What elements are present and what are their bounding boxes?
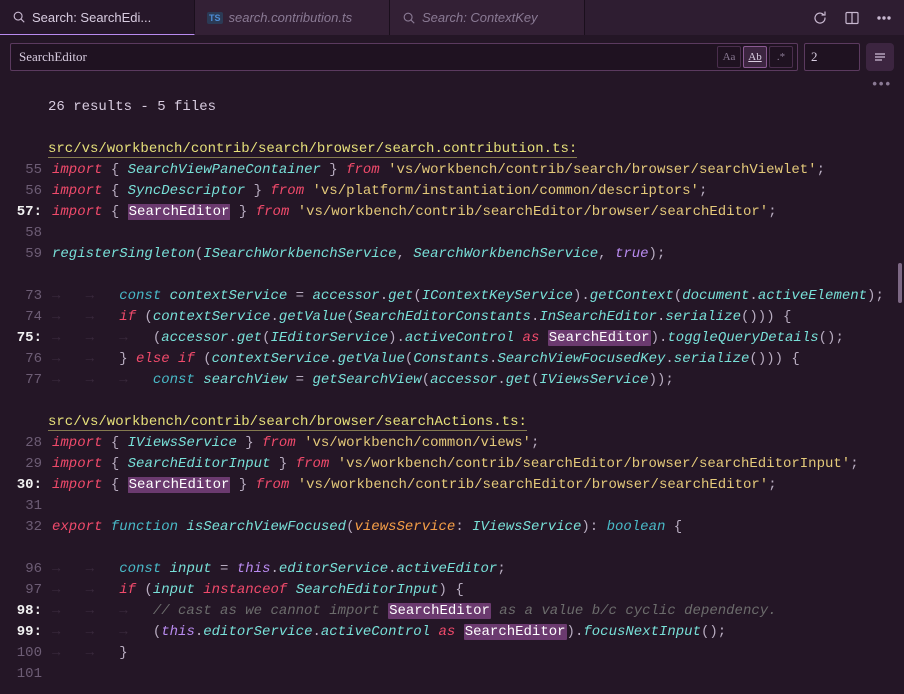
refresh-icon — [812, 10, 828, 26]
search-results[interactable]: 26 results - 5 files src/vs/workbench/co… — [0, 93, 904, 694]
more-icon — [876, 10, 892, 26]
result-line[interactable]: 74→ → if (contextService.getValue(Search… — [0, 307, 904, 328]
editor-actions — [800, 0, 904, 35]
tab-label: Search: SearchEdi... — [32, 10, 151, 25]
result-line[interactable]: 98→ → → // cast as we cannot import Sear… — [0, 601, 904, 622]
line-number: 31 — [0, 496, 52, 517]
result-line[interactable]: 57import { SearchEditor } from 'vs/workb… — [0, 202, 904, 223]
file-header[interactable]: src/vs/workbench/contrib/search/browser/… — [0, 412, 904, 433]
result-line[interactable]: 76→ → } else if (contextService.getValue… — [0, 349, 904, 370]
search-box: Aa Ab .* — [10, 43, 798, 71]
line-number: 76 — [0, 349, 52, 370]
line-number: 97 — [0, 580, 52, 601]
result-line[interactable]: 96→ → const input = this.editorService.a… — [0, 559, 904, 580]
line-number: 28 — [0, 433, 52, 454]
context-lines-input[interactable]: 2 — [804, 43, 860, 71]
result-line[interactable]: 30import { SearchEditor } from 'vs/workb… — [0, 475, 904, 496]
line-number: 57 — [0, 202, 52, 223]
line-number: 59 — [0, 244, 52, 265]
more-actions-button[interactable] — [870, 4, 898, 32]
result-line[interactable]: 31 — [0, 496, 904, 517]
results-summary: 26 results - 5 files — [0, 97, 904, 118]
search-icon — [402, 11, 416, 25]
expand-options[interactable]: ••• — [0, 76, 904, 93]
line-number: 74 — [0, 307, 52, 328]
regex-toggle[interactable]: .* — [769, 46, 793, 68]
ts-file-icon: TS — [207, 12, 223, 24]
toggle-details-button[interactable] — [866, 43, 894, 71]
result-line[interactable]: 28import { IViewsService } from 'vs/work… — [0, 433, 904, 454]
tab-label: search.contribution.ts — [229, 10, 353, 25]
line-number: 55 — [0, 160, 52, 181]
search-input[interactable] — [11, 49, 713, 65]
line-number: 56 — [0, 181, 52, 202]
result-line[interactable]: 73→ → const contextService = accessor.ge… — [0, 286, 904, 307]
tab-search-editor[interactable]: Search: SearchEdi... — [0, 0, 195, 35]
tab-file[interactable]: TS search.contribution.ts — [195, 0, 390, 35]
line-number: 101 — [0, 664, 52, 685]
result-line[interactable]: 59registerSingleton(ISearchWorkbenchServ… — [0, 244, 904, 265]
line-number: 98 — [0, 601, 52, 622]
line-number: 30 — [0, 475, 52, 496]
line-number: 99 — [0, 622, 52, 643]
line-number: 58 — [0, 223, 52, 244]
result-line[interactable]: 32export function isSearchViewFocused(vi… — [0, 517, 904, 538]
line-number: 77 — [0, 370, 52, 391]
lines-icon — [872, 49, 888, 65]
result-line[interactable]: 55import { SearchViewPaneContainer } fro… — [0, 160, 904, 181]
result-line[interactable]: 101 — [0, 664, 904, 685]
tab-search-contextkey[interactable]: Search: ContextKey — [390, 0, 585, 35]
result-line[interactable]: 97→ → if (input instanceof SearchEditorI… — [0, 580, 904, 601]
result-line[interactable]: 56import { SyncDescriptor } from 'vs/pla… — [0, 181, 904, 202]
file-header[interactable]: src/vs/workbench/contrib/search/browser/… — [0, 139, 904, 160]
tab-label: Search: ContextKey — [422, 10, 538, 25]
line-number: 32 — [0, 517, 52, 538]
result-line[interactable]: 99→ → → (this.editorService.activeContro… — [0, 622, 904, 643]
result-line[interactable]: 58 — [0, 223, 904, 244]
line-number: 29 — [0, 454, 52, 475]
split-icon — [844, 10, 860, 26]
result-line[interactable]: 77→ → → const searchView = getSearchView… — [0, 370, 904, 391]
split-editor-button[interactable] — [838, 4, 866, 32]
line-number: 96 — [0, 559, 52, 580]
whole-word-toggle[interactable]: Ab — [743, 46, 767, 68]
result-line[interactable]: 75→ → → (accessor.get(IEditorService).ac… — [0, 328, 904, 349]
refresh-button[interactable] — [806, 4, 834, 32]
line-number: 73 — [0, 286, 52, 307]
line-number: 75 — [0, 328, 52, 349]
search-icon — [12, 10, 26, 24]
editor-tabs: Search: SearchEdi... TS search.contribut… — [0, 0, 904, 35]
result-line[interactable]: 29import { SearchEditorInput } from 'vs/… — [0, 454, 904, 475]
minimap-marker — [898, 263, 902, 303]
match-case-toggle[interactable]: Aa — [717, 46, 741, 68]
result-line[interactable]: 100→ → } — [0, 643, 904, 664]
search-row: Aa Ab .* 2 — [0, 35, 904, 80]
line-number: 100 — [0, 643, 52, 664]
